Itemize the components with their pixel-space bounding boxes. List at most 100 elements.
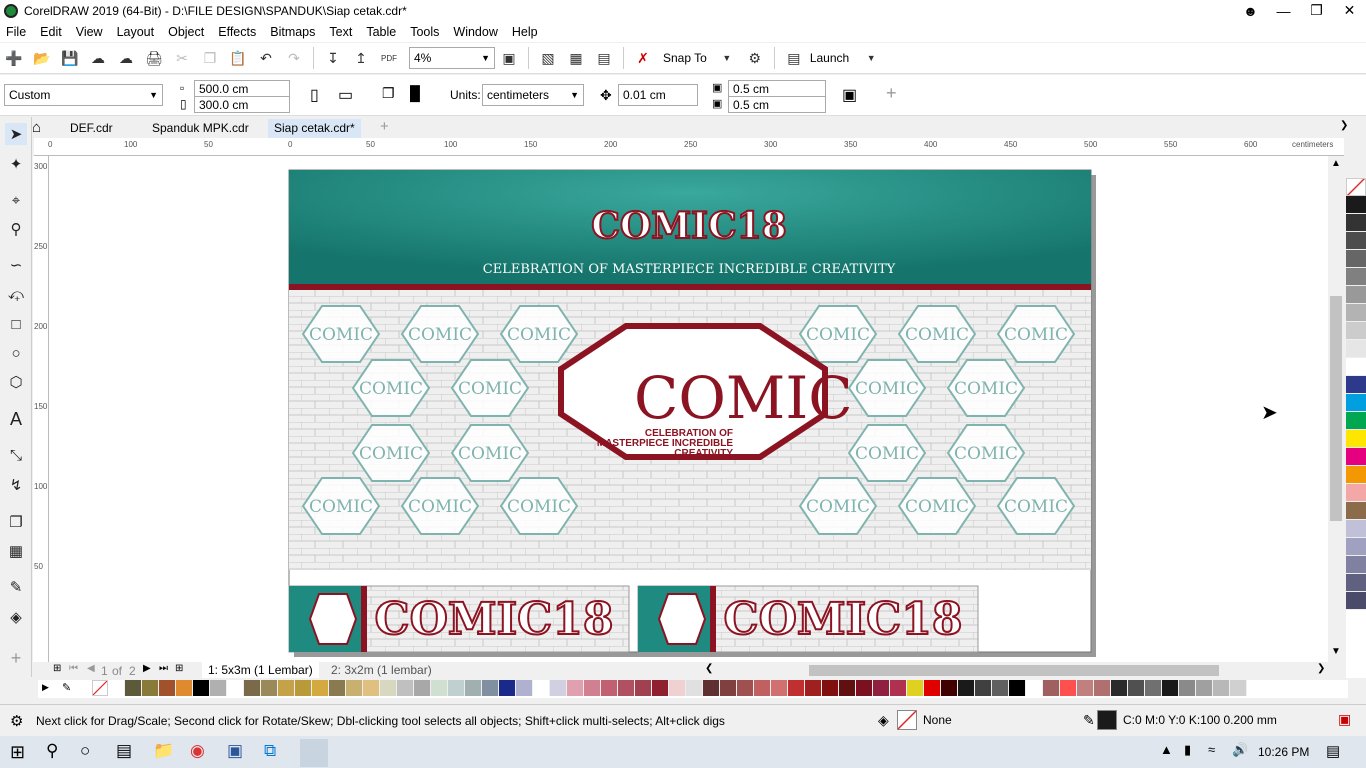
page-size-preset[interactable]: Custom ▼	[4, 84, 163, 106]
crop-tool-icon[interactable]: ⌖	[5, 189, 27, 211]
scroll-right-icon[interactable]: ❯	[1317, 663, 1325, 674]
menu-effects[interactable]: Effects	[218, 25, 256, 39]
add-page-after-icon[interactable]: ⊞	[175, 663, 183, 674]
palette-swatch[interactable]	[1346, 214, 1366, 232]
account-icon[interactable]: ☻	[1234, 0, 1267, 21]
artistic-media-icon[interactable]: ⤽	[5, 283, 27, 305]
tab-siap-cetak[interactable]: Siap cetak.cdr*	[268, 119, 361, 138]
palette-swatch[interactable]	[414, 680, 431, 696]
options-gear-icon[interactable]: ⚙	[744, 47, 766, 69]
menu-help[interactable]: Help	[512, 25, 538, 39]
palette-swatch[interactable]	[839, 680, 856, 696]
vertical-scrollbar[interactable]: ▲ ▼	[1328, 156, 1344, 662]
palette-swatch[interactable]	[108, 680, 125, 696]
gear-icon[interactable]: ⚙	[10, 712, 23, 730]
freehand-tool-icon[interactable]: ∽	[5, 254, 27, 276]
palette-swatch[interactable]	[431, 680, 448, 696]
no-color-swatch[interactable]	[1346, 178, 1366, 196]
palette-swatch[interactable]	[1346, 448, 1366, 466]
palette-swatch[interactable]	[1094, 680, 1111, 696]
windows-start-icon[interactable]: ⊞	[10, 742, 25, 763]
outline-swatch[interactable]	[1097, 710, 1117, 730]
palette-swatch[interactable]	[125, 680, 142, 696]
palette-swatch[interactable]	[941, 680, 958, 696]
task-view-icon[interactable]: ▤	[116, 741, 132, 761]
palette-swatch[interactable]	[635, 680, 652, 696]
palette-swatch[interactable]	[822, 680, 839, 696]
cut-icon[interactable]: ✂	[171, 47, 193, 69]
drawing-canvas[interactable]: COMIC18 CELEBRATION OF MASTERPIECE INCRE…	[49, 156, 1328, 662]
palette-swatch[interactable]	[533, 680, 550, 696]
eyedropper-icon[interactable]: ✎	[62, 681, 71, 694]
palette-swatch[interactable]	[856, 680, 873, 696]
palette-menu-icon[interactable]: ▶	[42, 682, 49, 693]
no-color-swatch[interactable]	[92, 680, 108, 696]
palette-swatch[interactable]	[1346, 358, 1366, 376]
palette-swatch[interactable]	[1230, 680, 1247, 696]
page-height-field[interactable]: 300.0 cm	[194, 96, 290, 113]
chevron-down-icon[interactable]: ▼	[481, 53, 490, 63]
menu-view[interactable]: View	[76, 25, 103, 39]
add-page-icon[interactable]: ⊞	[53, 663, 61, 674]
search-icon[interactable]: ⚲	[46, 741, 58, 761]
menu-object[interactable]: Object	[168, 25, 204, 39]
pick-tool-icon[interactable]: ➤	[5, 123, 27, 145]
palette-swatch[interactable]	[499, 680, 516, 696]
scroll-up-icon[interactable]: ▲	[1331, 158, 1341, 169]
vscode-icon[interactable]: ⧉	[264, 741, 276, 761]
file-explorer-icon[interactable]: 📁	[153, 741, 174, 761]
palette-swatch[interactable]	[1196, 680, 1213, 696]
palette-swatch[interactable]	[1346, 232, 1366, 250]
menu-layout[interactable]: Layout	[117, 25, 155, 39]
palette-swatch[interactable]	[1346, 592, 1366, 610]
palette-swatch[interactable]	[1346, 556, 1366, 574]
page-width-field[interactable]: 500.0 cm	[194, 80, 290, 97]
palette-swatch[interactable]	[618, 680, 635, 696]
palette-swatch[interactable]	[1346, 250, 1366, 268]
palette-swatch[interactable]	[1346, 340, 1366, 358]
palette-swatch[interactable]	[1162, 680, 1179, 696]
horizontal-ruler[interactable]: 0 100 50 0 50 100 150 200 250 300 350 40…	[34, 138, 1344, 156]
grid-icon[interactable]: ▦	[565, 47, 587, 69]
palette-swatch[interactable]	[1346, 430, 1366, 448]
cloud-download-icon[interactable]: ☁	[115, 47, 137, 69]
chevron-down-icon[interactable]: ▼	[716, 47, 738, 69]
palette-swatch[interactable]	[1009, 680, 1026, 696]
tab-spanduk-mpk[interactable]: Spanduk MPK.cdr	[146, 119, 255, 138]
palette-swatch[interactable]	[1077, 680, 1094, 696]
palette-swatch[interactable]	[1213, 680, 1230, 696]
vertical-ruler[interactable]: 300 250 200 150 100 50	[33, 156, 49, 662]
palette-swatch[interactable]	[1346, 574, 1366, 592]
menu-bitmaps[interactable]: Bitmaps	[270, 25, 315, 39]
paste-icon[interactable]: 📋	[227, 47, 249, 69]
chrome-icon[interactable]: ◉	[190, 741, 205, 761]
palette-swatch[interactable]	[703, 680, 720, 696]
all-pages-icon[interactable]: ❐	[382, 85, 395, 102]
new-tab-icon[interactable]: +	[380, 118, 389, 135]
copy-icon[interactable]: ❐	[199, 47, 221, 69]
scroll-thumb[interactable]	[1330, 296, 1342, 521]
text-tool-icon[interactable]: A	[5, 408, 27, 430]
cloud-upload-icon[interactable]: ☁	[87, 47, 109, 69]
export-icon[interactable]: ↥	[350, 47, 372, 69]
transparency-icon[interactable]: ▦	[5, 540, 27, 562]
menu-edit[interactable]: Edit	[40, 25, 62, 39]
scroll-down-icon[interactable]: ▼	[1331, 646, 1341, 657]
tab-def[interactable]: DEF.cdr	[64, 119, 119, 138]
units-dropdown[interactable]: centimeters ▼	[482, 84, 584, 106]
palette-swatch[interactable]	[1346, 394, 1366, 412]
guidelines-icon[interactable]: ▤	[593, 47, 615, 69]
launch-dropdown[interactable]: Launch	[810, 51, 849, 65]
rulers-icon[interactable]: ▧	[537, 47, 559, 69]
add-tool-icon[interactable]: +	[5, 647, 27, 669]
horizontal-scroll-thumb[interactable]	[809, 665, 1219, 676]
palette-swatch[interactable]	[244, 680, 261, 696]
full-screen-icon[interactable]: ▣	[498, 47, 520, 69]
current-page-icon[interactable]: █	[410, 85, 420, 101]
nudge-distance-field[interactable]: 0.01 cm	[618, 84, 698, 106]
page-tab-1[interactable]: 1: 5x3m (1 Lembar)	[202, 662, 319, 678]
next-page-icon[interactable]: ▶	[143, 663, 151, 674]
chevron-right-icon[interactable]: ❯	[1340, 120, 1348, 131]
palette-swatch[interactable]	[1346, 520, 1366, 538]
palette-swatch[interactable]	[482, 680, 499, 696]
